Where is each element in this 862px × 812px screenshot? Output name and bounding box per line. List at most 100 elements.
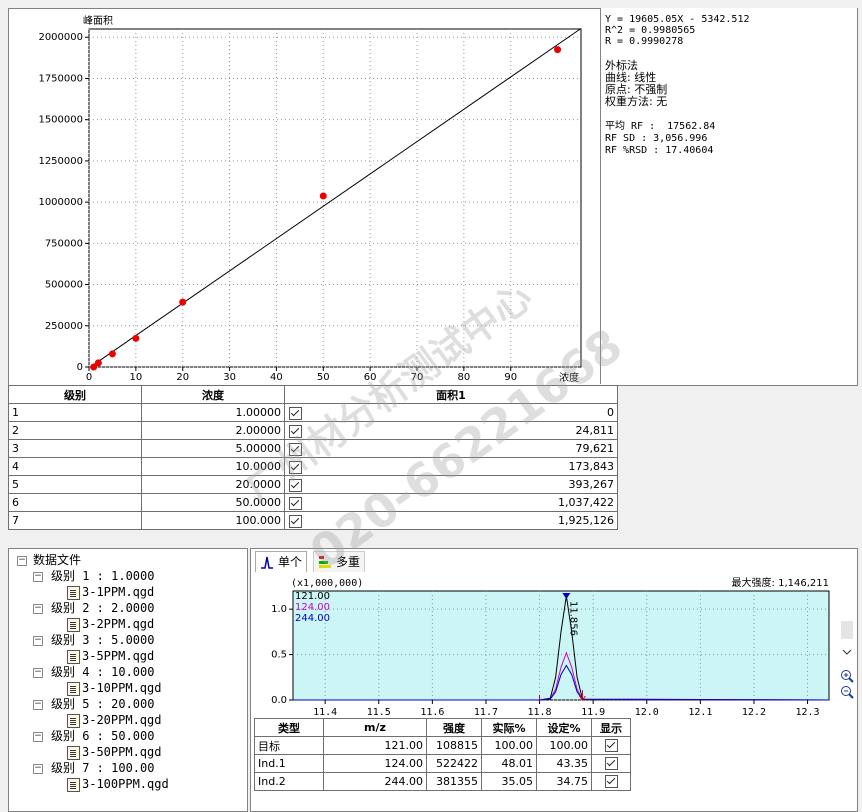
- tree-root[interactable]: 数据文件: [33, 553, 81, 567]
- area-checkbox[interactable]: [289, 425, 302, 438]
- area-checkbox[interactable]: [289, 407, 302, 420]
- concentration-cell[interactable]: 100.000: [141, 511, 285, 530]
- header-display[interactable]: 显示: [591, 718, 631, 737]
- header-mz[interactable]: m/z: [323, 718, 427, 737]
- tree-file-item[interactable]: 3-5PPM.qgd: [67, 649, 154, 664]
- scroll-down-arrow-icon[interactable]: [840, 645, 854, 659]
- level-cell[interactable]: 1: [8, 403, 142, 422]
- area-cell[interactable]: 1,925,126: [284, 511, 618, 530]
- area-cell[interactable]: 24,811: [284, 421, 618, 440]
- set-percent-cell[interactable]: 43.35: [536, 754, 592, 773]
- level-table-row[interactable]: 5 20.0000 393,267: [8, 475, 618, 494]
- concentration-cell[interactable]: 10.0000: [141, 457, 285, 476]
- mz-cell[interactable]: 121.00: [323, 736, 427, 755]
- display-cell[interactable]: [591, 754, 631, 773]
- calibration-point[interactable]: [94, 359, 102, 367]
- collapse-toggle[interactable]: −: [33, 572, 43, 582]
- area-checkbox[interactable]: [289, 497, 302, 510]
- intensity-cell[interactable]: 381355: [426, 772, 482, 791]
- header-set-percent[interactable]: 设定%: [536, 718, 592, 737]
- tab-multiple[interactable]: 多重: [313, 551, 366, 572]
- intensity-cell[interactable]: 522422: [426, 754, 482, 773]
- mz-cell[interactable]: 244.00: [323, 772, 427, 791]
- calibration-point[interactable]: [108, 350, 116, 358]
- collapse-toggle[interactable]: −: [33, 668, 43, 678]
- concentration-cell[interactable]: 5.00000: [141, 439, 285, 458]
- actual-percent-cell[interactable]: 100.00: [481, 736, 537, 755]
- display-cell[interactable]: [591, 736, 631, 755]
- header-level[interactable]: 级别: [8, 385, 142, 404]
- concentration-cell[interactable]: 2.00000: [141, 421, 285, 440]
- tree-file-item[interactable]: 3-10PPM.qgd: [67, 681, 161, 696]
- tree-file-item[interactable]: 3-20PPM.qgd: [67, 713, 161, 728]
- type-cell[interactable]: Ind.1: [254, 754, 324, 773]
- level-table-row[interactable]: 6 50.0000 1,037,422: [8, 493, 618, 512]
- header-actual-percent[interactable]: 实际%: [481, 718, 537, 737]
- calibration-point[interactable]: [179, 298, 187, 306]
- concentration-cell[interactable]: 1.00000: [141, 403, 285, 422]
- concentration-cell[interactable]: 50.0000: [141, 493, 285, 512]
- zoom-out-icon[interactable]: [840, 685, 854, 699]
- ion-table-row[interactable]: Ind.1 124.00 522422 48.01 43.35: [254, 754, 631, 773]
- tree-level-item[interactable]: 级别 7 : 100.00: [51, 761, 154, 775]
- calibration-point[interactable]: [319, 192, 327, 200]
- display-checkbox[interactable]: [604, 757, 618, 771]
- calibration-point[interactable]: [132, 334, 140, 342]
- tree-level-item[interactable]: 级别 4 : 10.000: [51, 665, 154, 679]
- collapse-toggle[interactable]: −: [33, 636, 43, 646]
- collapse-toggle[interactable]: −: [33, 700, 43, 710]
- area-cell[interactable]: 0: [284, 403, 618, 422]
- level-cell[interactable]: 6: [8, 493, 142, 512]
- scroll-thumb[interactable]: [841, 621, 853, 639]
- area-checkbox[interactable]: [289, 479, 302, 492]
- header-intensity[interactable]: 强度: [426, 718, 482, 737]
- collapse-toggle[interactable]: −: [33, 604, 43, 614]
- level-cell[interactable]: 5: [8, 475, 142, 494]
- header-area[interactable]: 面积1: [284, 385, 618, 404]
- area-cell[interactable]: 79,621: [284, 439, 618, 458]
- tab-single[interactable]: 单个: [255, 551, 308, 572]
- tree-file-item[interactable]: 3-100PPM.qgd: [67, 777, 169, 792]
- level-cell[interactable]: 3: [8, 439, 142, 458]
- header-concentration[interactable]: 浓度: [141, 385, 285, 404]
- level-table-row[interactable]: 2 2.00000 24,811: [8, 421, 618, 440]
- header-type[interactable]: 类型: [254, 718, 324, 737]
- level-table-row[interactable]: 3 5.00000 79,621: [8, 439, 618, 458]
- area-checkbox[interactable]: [289, 461, 302, 474]
- collapse-toggle[interactable]: −: [33, 764, 43, 774]
- level-cell[interactable]: 2: [8, 421, 142, 440]
- ion-table-row[interactable]: Ind.2 244.00 381355 35.05 34.75: [254, 772, 631, 791]
- tree-file-item[interactable]: 3-1PPM.qgd: [67, 585, 154, 600]
- area-cell[interactable]: 393,267: [284, 475, 618, 494]
- calibration-point[interactable]: [554, 46, 562, 54]
- tree-level-item[interactable]: 级别 1 : 1.0000: [51, 569, 154, 583]
- actual-percent-cell[interactable]: 35.05: [481, 772, 537, 791]
- area-cell[interactable]: 1,037,422: [284, 493, 618, 512]
- level-table-row[interactable]: 4 10.0000 173,843: [8, 457, 618, 476]
- level-table-row[interactable]: 1 1.00000 0: [8, 403, 618, 422]
- set-percent-cell[interactable]: 100.00: [536, 736, 592, 755]
- display-checkbox[interactable]: [604, 775, 618, 789]
- tree-level-item[interactable]: 级别 5 : 20.000: [51, 697, 154, 711]
- display-cell[interactable]: [591, 772, 631, 791]
- zoom-in-icon[interactable]: [840, 669, 854, 683]
- area-checkbox[interactable]: [289, 515, 302, 528]
- tree-level-item[interactable]: 级别 6 : 50.000: [51, 729, 154, 743]
- mz-cell[interactable]: 124.00: [323, 754, 427, 773]
- collapse-toggle[interactable]: −: [17, 556, 27, 566]
- tree-level-item[interactable]: 级别 2 : 2.0000: [51, 601, 154, 615]
- level-table-row[interactable]: 7 100.000 1,925,126: [8, 511, 618, 530]
- concentration-cell[interactable]: 20.0000: [141, 475, 285, 494]
- collapse-toggle[interactable]: −: [33, 732, 43, 742]
- type-cell[interactable]: Ind.2: [254, 772, 324, 791]
- actual-percent-cell[interactable]: 48.01: [481, 754, 537, 773]
- level-cell[interactable]: 7: [8, 511, 142, 530]
- intensity-cell[interactable]: 108815: [426, 736, 482, 755]
- display-checkbox[interactable]: [604, 739, 618, 753]
- set-percent-cell[interactable]: 34.75: [536, 772, 592, 791]
- ion-table-row[interactable]: 目标 121.00 108815 100.00 100.00: [254, 736, 631, 755]
- area-cell[interactable]: 173,843: [284, 457, 618, 476]
- tree-level-item[interactable]: 级别 3 : 5.0000: [51, 633, 154, 647]
- type-cell[interactable]: 目标: [254, 736, 324, 755]
- level-cell[interactable]: 4: [8, 457, 142, 476]
